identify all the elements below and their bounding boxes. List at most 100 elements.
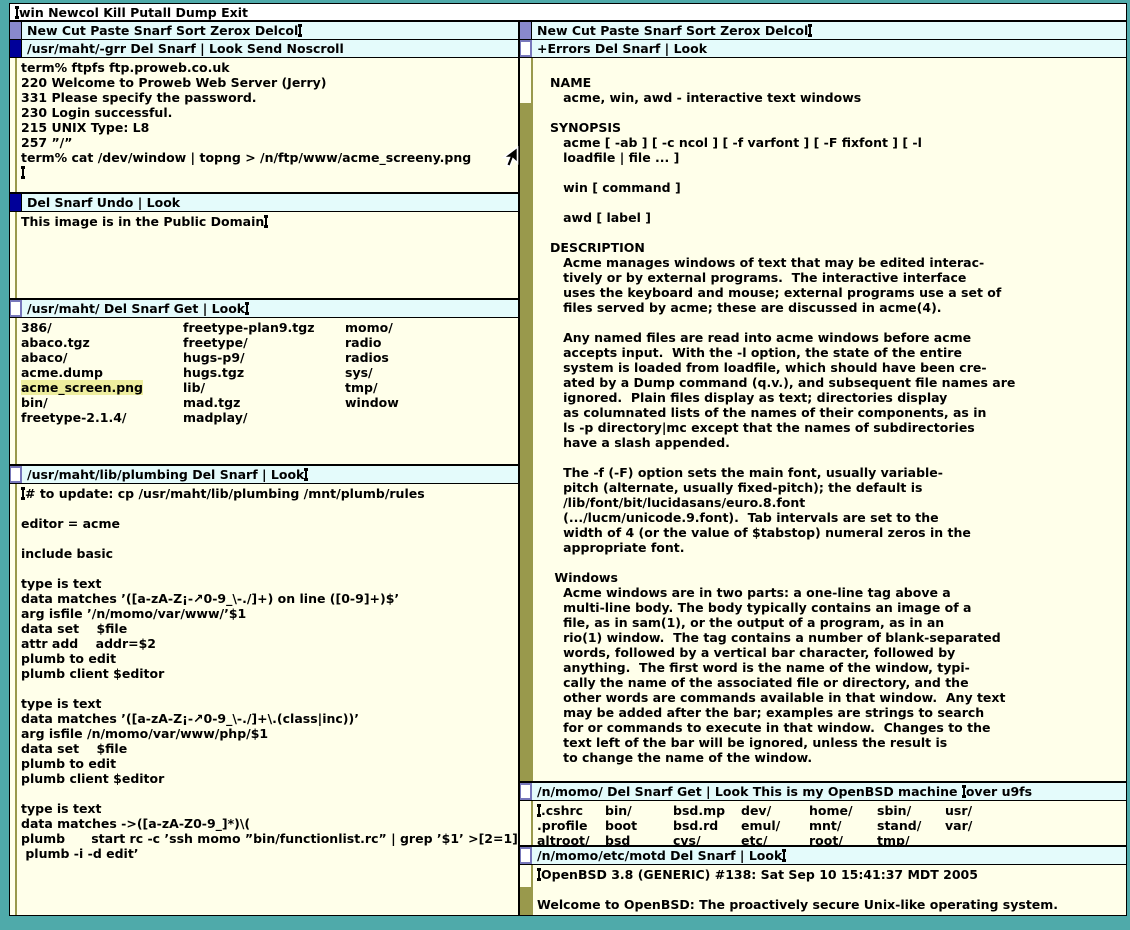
text-line: acme [ -ab ] [ -c ncol ] [ -f varfont ] … — [537, 135, 1126, 150]
plumbing-text[interactable]: # to update: cp /usr/maht/lib/plumbing /… — [17, 484, 518, 915]
file-entry[interactable]: bsd.mp — [673, 803, 741, 818]
file-entry[interactable]: sbin/ — [877, 803, 945, 818]
text-line: pitch (alternate, usually fixed-pitch); … — [537, 480, 1126, 495]
scrollbar-trough[interactable] — [520, 103, 531, 781]
file-entry[interactable]: freetype-2.1.4/ — [21, 410, 183, 425]
file-entry[interactable]: emul/ — [741, 818, 809, 833]
window-clean-button-icon[interactable] — [520, 40, 532, 57]
file-entry[interactable]: dev/ — [741, 803, 809, 818]
file-entry[interactable]: bsd — [605, 833, 673, 845]
file-entry[interactable]: window — [345, 395, 507, 410]
file-entry[interactable]: 386/ — [21, 320, 183, 335]
right-column-tag-text[interactable]: New Cut Paste Snarf Sort Zerox Delcol — [537, 23, 812, 38]
scrollbar[interactable] — [10, 58, 17, 192]
file-entry[interactable]: hugs-p9/ — [183, 350, 345, 365]
file-entry[interactable]: root/ — [809, 833, 877, 845]
errors-body[interactable]: NAME acme, win, awd - interactive text w… — [520, 58, 1126, 781]
window-clean-button-icon[interactable] — [10, 466, 22, 483]
text-line: ignored. Plain files display as text; di… — [537, 390, 1126, 405]
window-dirty-button-icon[interactable] — [10, 194, 22, 211]
file-entry[interactable]: altroot/ — [537, 833, 605, 845]
window-clean-button-icon[interactable] — [520, 847, 532, 864]
file-entry[interactable]: bin/ — [21, 395, 183, 410]
main-menu-tag[interactable]: win Newcol Kill Putall Dump Exit — [10, 4, 1126, 20]
file-entry[interactable]: acme_screen.png — [21, 380, 183, 395]
file-entry[interactable]: home/ — [809, 803, 877, 818]
file-entry[interactable]: abaco/ — [21, 350, 183, 365]
home-dir-tag-text[interactable]: /usr/maht/ Del Snarf Get | Look — [27, 301, 249, 316]
file-entry[interactable]: var/ — [945, 818, 1013, 833]
file-entry[interactable]: .cshrc — [537, 803, 605, 818]
terminal-tag[interactable]: /usr/maht/-grr Del Snarf | Look Send Nos… — [10, 40, 518, 58]
file-entry[interactable]: bsd.rd — [673, 818, 741, 833]
left-column-tag[interactable]: New Cut Paste Snarf Sort Zerox Delcol — [10, 22, 518, 40]
file-entry[interactable]: freetype-plan9.tgz — [183, 320, 345, 335]
motd-tag[interactable]: /n/momo/etc/motd Del Snarf | Look — [520, 847, 1126, 865]
file-entry[interactable]: madplay/ — [183, 410, 345, 425]
file-entry[interactable]: usr/ — [945, 803, 1013, 818]
file-entry[interactable]: acme.dump — [21, 365, 183, 380]
listing-row: .cshrcbin/bsd.mpdev/home/sbin/usr/ — [537, 803, 1126, 818]
plumbing-body[interactable]: # to update: cp /usr/maht/lib/plumbing /… — [10, 484, 518, 915]
file-entry[interactable]: momo/ — [345, 320, 507, 335]
text-line: data set $file — [21, 621, 518, 636]
terminal-text[interactable]: term% ftpfs ftp.proweb.co.uk220 Welcome … — [17, 58, 518, 192]
scrollbar[interactable] — [520, 865, 533, 915]
file-entry[interactable]: boot — [605, 818, 673, 833]
plumbing-tag-text[interactable]: /usr/maht/lib/plumbing Del Snarf | Look — [27, 467, 308, 482]
note-text[interactable]: This image is in the Public Domain — [17, 212, 518, 298]
file-entry[interactable]: radios — [345, 350, 507, 365]
window-motd: /n/momo/etc/motd Del Snarf | Look OpenBS… — [520, 845, 1126, 915]
file-entry[interactable]: stand/ — [877, 818, 945, 833]
file-entry[interactable]: tmp/ — [877, 833, 945, 845]
file-entry[interactable]: mad.tgz — [183, 395, 345, 410]
window-clean-button-icon[interactable] — [520, 783, 532, 800]
file-entry[interactable]: freetype/ — [183, 335, 345, 350]
file-entry[interactable]: hugs.tgz — [183, 365, 345, 380]
motd-body[interactable]: OpenBSD 3.8 (GENERIC) #138: Sat Sep 10 1… — [520, 865, 1126, 915]
window-clean-button-icon[interactable] — [10, 300, 22, 317]
momo-dir-body[interactable]: .cshrcbin/bsd.mpdev/home/sbin/usr/.profi… — [520, 801, 1126, 845]
scrollbar[interactable] — [10, 212, 17, 298]
scrollbar-trough[interactable] — [520, 887, 531, 915]
scrollbar[interactable] — [10, 318, 17, 464]
file-entry[interactable]: radio — [345, 335, 507, 350]
file-entry[interactable]: abaco.tgz — [21, 335, 183, 350]
text-line: multi-line body. The body typically cont… — [537, 600, 1126, 615]
scrollbar[interactable] — [520, 58, 533, 781]
note-body[interactable]: This image is in the Public Domain — [10, 212, 518, 298]
text-cursor — [16, 7, 18, 18]
file-entry[interactable]: .profile — [537, 818, 605, 833]
scrollbar[interactable] — [520, 801, 533, 845]
note-tag-text[interactable]: Del Snarf Undo | Look — [27, 195, 180, 210]
file-entry[interactable]: bin/ — [605, 803, 673, 818]
file-entry[interactable]: lib/ — [183, 380, 345, 395]
column-button-icon[interactable] — [520, 22, 532, 39]
file-entry[interactable]: tmp/ — [345, 380, 507, 395]
home-dir-listing[interactable]: 386/freetype-plan9.tgzmomo/abaco.tgzfree… — [17, 318, 518, 464]
terminal-tag-text[interactable]: /usr/maht/-grr Del Snarf | Look Send Nos… — [27, 41, 344, 56]
momo-dir-tag-text[interactable]: /n/momo/ Del Snarf Get | Look This is my… — [537, 784, 1032, 799]
plumbing-tag[interactable]: /usr/maht/lib/plumbing Del Snarf | Look — [10, 466, 518, 484]
left-column-tag-text[interactable]: New Cut Paste Snarf Sort Zerox Delcol — [27, 23, 302, 38]
errors-text[interactable]: NAME acme, win, awd - interactive text w… — [533, 58, 1126, 781]
column-button-icon[interactable] — [10, 22, 22, 39]
right-column-tag[interactable]: New Cut Paste Snarf Sort Zerox Delcol — [520, 22, 1126, 40]
file-entry[interactable]: cvs/ — [673, 833, 741, 845]
momo-dir-tag[interactable]: /n/momo/ Del Snarf Get | Look This is my… — [520, 783, 1126, 801]
motd-text[interactable]: OpenBSD 3.8 (GENERIC) #138: Sat Sep 10 1… — [533, 865, 1126, 915]
scrollbar[interactable] — [10, 484, 17, 915]
terminal-body[interactable]: term% ftpfs ftp.proweb.co.uk220 Welcome … — [10, 58, 518, 192]
momo-dir-listing[interactable]: .cshrcbin/bsd.mpdev/home/sbin/usr/.profi… — [533, 801, 1126, 845]
home-dir-body[interactable]: 386/freetype-plan9.tgzmomo/abaco.tgzfree… — [10, 318, 518, 464]
note-tag[interactable]: Del Snarf Undo | Look — [10, 194, 518, 212]
text-line: acme, win, awd - interactive text window… — [537, 90, 1126, 105]
errors-tag-text[interactable]: +Errors Del Snarf | Look — [537, 41, 707, 56]
file-entry[interactable]: sys/ — [345, 365, 507, 380]
home-dir-tag[interactable]: /usr/maht/ Del Snarf Get | Look — [10, 300, 518, 318]
window-dirty-button-icon[interactable] — [10, 40, 22, 57]
motd-tag-text[interactable]: /n/momo/etc/motd Del Snarf | Look — [537, 848, 786, 863]
file-entry[interactable]: mnt/ — [809, 818, 877, 833]
file-entry[interactable]: etc/ — [741, 833, 809, 845]
errors-tag[interactable]: +Errors Del Snarf | Look — [520, 40, 1126, 58]
